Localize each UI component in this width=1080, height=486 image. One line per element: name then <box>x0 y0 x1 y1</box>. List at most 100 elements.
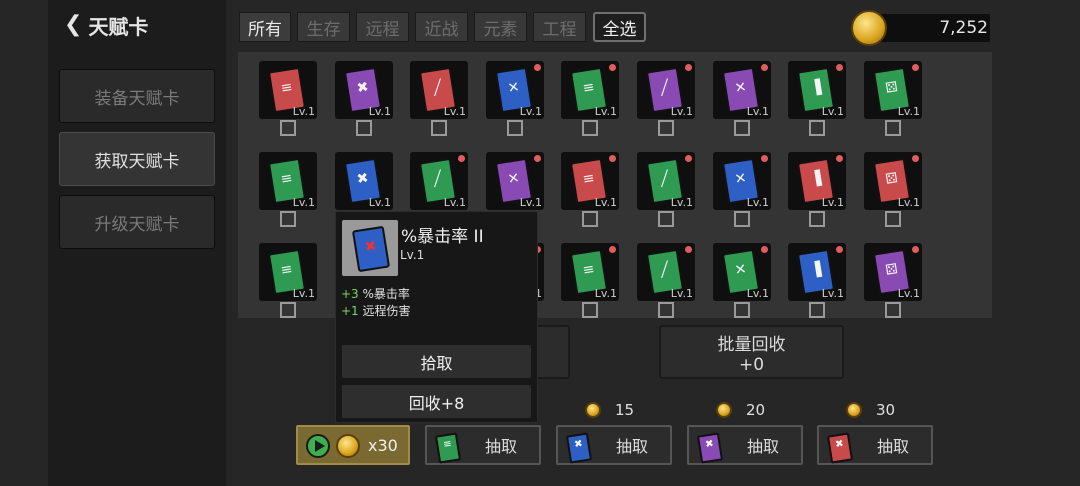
tab-engineering[interactable]: 工程 <box>533 12 586 42</box>
play-icon <box>306 434 330 458</box>
new-indicator-dot <box>609 246 616 253</box>
talent-card-slot[interactable]: ⚄ Lv.1 <box>864 61 922 119</box>
card-select-checkbox[interactable] <box>582 302 598 318</box>
talent-card-slot[interactable]: ⚄ Lv.1 <box>864 243 922 301</box>
draw-blue-button[interactable]: ✖ 抽取 <box>556 425 672 465</box>
talent-card-slot[interactable]: ≡ Lv.1 <box>259 61 317 119</box>
talent-card-slot[interactable]: ≡ Lv.1 <box>561 61 619 119</box>
sidebar-item-upgrade[interactable]: 升级天赋卡 <box>59 195 215 249</box>
talent-card-slot[interactable]: ✕ Lv.1 <box>713 152 771 210</box>
wind-icon: ≡ <box>581 170 596 188</box>
card-select-checkbox[interactable] <box>280 120 296 136</box>
card-select-checkbox[interactable] <box>734 302 750 318</box>
stat-bonus: +3 <box>341 287 359 301</box>
talent-card-slot[interactable]: ╱ Lv.1 <box>637 243 695 301</box>
talent-card-slot[interactable]: ▐ Lv.1 <box>788 61 846 119</box>
crossed-swords-icon: ✕ <box>506 79 521 97</box>
tab-survival[interactable]: 生存 <box>297 12 350 42</box>
dice-icon: ⚄ <box>884 170 899 188</box>
talent-card-slot[interactable]: ≡ Lv.1 <box>561 152 619 210</box>
card-select-checkbox[interactable] <box>885 120 901 136</box>
tab-melee[interactable]: 近战 <box>415 12 468 42</box>
talent-card-slot[interactable]: ≡ Lv.1 <box>561 243 619 301</box>
card-level: Lv.1 <box>670 105 693 118</box>
talent-card-slot[interactable]: ▐ Lv.1 <box>788 152 846 210</box>
card-level: Lv.1 <box>746 287 769 300</box>
card-select-checkbox[interactable] <box>280 302 296 318</box>
talent-card-slot[interactable]: ✕ Lv.1 <box>713 61 771 119</box>
sidebar-item-equip[interactable]: 装备天赋卡 <box>59 69 215 123</box>
batch-recycle-count: +0 <box>738 354 765 375</box>
sword-icon: ╱ <box>659 261 671 279</box>
card-level: Lv.1 <box>519 196 542 209</box>
card-select-checkbox[interactable] <box>507 120 523 136</box>
price-red-draw: 30 <box>846 400 895 420</box>
tab-all-categories[interactable]: 所有 <box>239 12 291 42</box>
talent-card-slot[interactable]: ╱ Lv.1 <box>637 152 695 210</box>
pickup-button[interactable]: 拾取 <box>342 345 531 378</box>
chevron-left-icon: ❮ <box>64 12 83 37</box>
card-select-checkbox[interactable] <box>809 211 825 227</box>
new-indicator-dot <box>761 246 768 253</box>
talent-card-slot[interactable]: ✖ Lv.1 <box>335 152 393 210</box>
card-select-checkbox[interactable] <box>809 302 825 318</box>
card-select-checkbox[interactable] <box>280 211 296 227</box>
new-indicator-dot <box>912 246 919 253</box>
talent-card-slot[interactable]: ≡ Lv.1 <box>259 152 317 210</box>
sword-icon: ╱ <box>659 79 671 97</box>
red-card-icon: ✖ <box>826 432 854 464</box>
card-select-checkbox[interactable] <box>734 211 750 227</box>
card-level: Lv.1 <box>368 105 391 118</box>
tab-ranged[interactable]: 远程 <box>356 12 409 42</box>
talent-card-slot[interactable]: ✕ Lv.1 <box>486 152 544 210</box>
draw-green-button[interactable]: ≡ 抽取 <box>425 425 541 465</box>
wind-icon: ≡ <box>279 261 294 279</box>
card-select-checkbox[interactable] <box>885 302 901 318</box>
card-select-checkbox[interactable] <box>658 211 674 227</box>
green-card-icon: ≡ <box>434 432 462 464</box>
gold-coin-icon <box>846 402 862 418</box>
play-triangle <box>315 440 325 452</box>
dice-icon: ⚄ <box>884 261 899 279</box>
card-level: Lv.1 <box>746 105 769 118</box>
card-level: Lv.1 <box>897 287 920 300</box>
dice-icon: ⚄ <box>884 79 899 97</box>
crossed-swords-icon: ✕ <box>506 170 521 188</box>
crossed-swords-icon: ✕ <box>733 79 748 97</box>
tab-element[interactable]: 元素 <box>474 12 527 42</box>
talent-card-slot[interactable]: ⚄ Lv.1 <box>864 152 922 210</box>
new-indicator-dot <box>912 155 919 162</box>
draw-purple-button[interactable]: ✖ 抽取 <box>687 425 803 465</box>
card-select-checkbox[interactable] <box>809 120 825 136</box>
blue-card-icon: ✖ <box>565 432 593 464</box>
talent-card-slot[interactable]: ≡ Lv.1 <box>259 243 317 301</box>
new-indicator-dot <box>458 155 465 162</box>
talent-card-slot[interactable]: ╱ Lv.1 <box>637 61 695 119</box>
card-select-checkbox[interactable] <box>582 211 598 227</box>
sidebar-item-obtain[interactable]: 获取天赋卡 <box>59 132 215 186</box>
new-indicator-dot <box>912 64 919 71</box>
draw-red-button[interactable]: ✖ 抽取 <box>817 425 933 465</box>
talent-card-slot[interactable]: ✕ Lv.1 <box>486 61 544 119</box>
recycle-card-button[interactable]: 回收+8 <box>342 385 531 418</box>
card-select-checkbox[interactable] <box>734 120 750 136</box>
card-select-checkbox[interactable] <box>356 120 372 136</box>
select-all-button[interactable]: 全选 <box>593 12 646 42</box>
card-select-checkbox[interactable] <box>658 120 674 136</box>
card-select-checkbox[interactable] <box>431 120 447 136</box>
card-select-checkbox[interactable] <box>582 120 598 136</box>
batch-recycle-button[interactable]: 批量回收 +0 <box>659 325 844 379</box>
talent-card-slot[interactable]: ✖ Lv.1 <box>335 61 393 119</box>
talent-card-slot[interactable]: ╱ Lv.1 <box>410 61 468 119</box>
talent-card-slot[interactable]: ✕ Lv.1 <box>713 243 771 301</box>
stat-bonus: +1 <box>341 304 359 318</box>
card-select-checkbox[interactable] <box>885 211 901 227</box>
back-button[interactable]: ❮ 天赋卡 <box>64 10 214 40</box>
gold-coin-icon <box>336 434 360 458</box>
talent-card-slot[interactable]: ▐ Lv.1 <box>788 243 846 301</box>
card-select-checkbox[interactable] <box>658 302 674 318</box>
watch-ad-draw-button[interactable]: x30 <box>296 425 410 465</box>
talent-card-slot[interactable]: ╱ Lv.1 <box>410 152 468 210</box>
card-level: Lv.1 <box>897 105 920 118</box>
crit-icon: ✖ <box>363 238 378 256</box>
